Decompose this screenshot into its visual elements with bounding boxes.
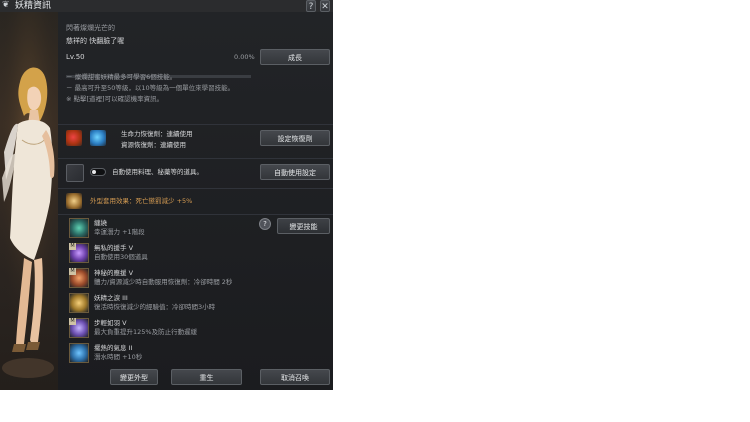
skill-desc: 最大負重提升125%及防止行動遲緩 bbox=[94, 328, 198, 336]
appearance-effect-label: 外型套用效果：死亡懲罰減少 +5% bbox=[90, 197, 193, 205]
help-icon[interactable]: ? bbox=[306, 0, 316, 12]
skill-mark-icon: M bbox=[69, 318, 76, 325]
rebirth-button[interactable]: 重生 bbox=[171, 369, 242, 385]
appearance-effect-icon bbox=[66, 193, 82, 209]
auto-use-settings-button[interactable]: 自動使用設定 bbox=[260, 164, 330, 180]
change-appearance-button[interactable]: 變更外型 bbox=[110, 369, 158, 385]
skill-name: 無私的援手 V bbox=[94, 244, 134, 252]
skill-desc: 體力/資源減少時自動服用恢復劑：冷卻時間 2秒 bbox=[94, 278, 233, 286]
skill-desc: 自動使用30個道具 bbox=[94, 253, 148, 261]
fairy-title-line2: 慈祥的 快翻臉了喔 bbox=[66, 37, 125, 45]
hp-potion-label: 生命力恢復劑：連續使用 bbox=[121, 130, 193, 138]
fairy-title-line1: 閃著燦爛光芒的 bbox=[66, 24, 115, 32]
auto-use-label: 自動使用料理、秘藥等的道具。 bbox=[112, 168, 203, 176]
info-panel: 閃著燦爛光芒的 慈祥的 快翻臉了喔 Lv.50 0.00% 成長 － 燦爛甜蜜妖… bbox=[58, 12, 333, 390]
skill-name: 步輕如羽 V bbox=[94, 319, 127, 327]
exp-percent: 0.00% bbox=[234, 53, 255, 61]
skill-name: 擺熱的氣息 II bbox=[94, 344, 133, 352]
skill-desc: 復活時恢復減少的經驗值：冷卻時間3小時 bbox=[94, 303, 216, 311]
hp-potion-icon bbox=[66, 130, 82, 146]
mp-potion-label: 資源恢復劑：連續使用 bbox=[121, 141, 186, 149]
skill-name: 纏繞 bbox=[94, 219, 107, 227]
skill-icon bbox=[69, 218, 89, 238]
section-divider bbox=[58, 124, 333, 125]
info-line: － 燦爛甜蜜妖精最多可學習6個技能。 bbox=[66, 73, 177, 81]
skill-icon: M bbox=[69, 243, 89, 263]
auto-use-toggle[interactable] bbox=[90, 168, 106, 176]
fairy-info-window: ❦ 妖精資訊 ? ✕ 閃著燦爛光芒的 慈祥的 快翻臉了喔 Lv.50 0.00%… bbox=[0, 0, 333, 390]
auto-use-icon bbox=[66, 164, 84, 182]
close-icon[interactable]: ✕ bbox=[320, 0, 330, 12]
skill-name: 神秘的應援 V bbox=[94, 269, 134, 277]
mp-potion-icon bbox=[90, 130, 106, 146]
cancel-summon-button[interactable]: 取消召喚 bbox=[260, 369, 330, 385]
skill-desc: 潛水時間 +10秒 bbox=[94, 353, 143, 361]
skill-mark-icon: M bbox=[69, 243, 76, 250]
fairy-portrait bbox=[0, 12, 58, 390]
set-potion-button[interactable]: 設定恢復劑 bbox=[260, 130, 330, 146]
skill-desc: 幸運潛力 +1階段 bbox=[94, 228, 145, 236]
fairy-wing-icon: ❦ bbox=[2, 0, 10, 10]
section-divider bbox=[58, 214, 333, 215]
skill-mark-icon: M bbox=[69, 268, 76, 275]
info-line: ※ 點擊[道裡]可以確認機率資訊。 bbox=[66, 95, 164, 103]
window-title: 妖精資訊 bbox=[15, 1, 52, 11]
change-skill-button[interactable]: 變更技能 bbox=[277, 218, 330, 234]
toggle-knob bbox=[92, 170, 96, 174]
skill-icon: M bbox=[69, 318, 89, 338]
skill-icon bbox=[69, 293, 89, 313]
info-line: － 最高可升至50等級，以10等級為一個單位來學習技能。 bbox=[66, 84, 235, 92]
section-divider bbox=[58, 188, 333, 189]
grow-button[interactable]: 成長 bbox=[260, 49, 330, 65]
fairy-level: Lv.50 bbox=[66, 53, 85, 61]
skill-icon bbox=[69, 343, 89, 363]
section-divider bbox=[58, 158, 333, 159]
skills-help-icon[interactable]: ? bbox=[259, 218, 271, 230]
skill-name: 妖精之淚 III bbox=[94, 294, 128, 302]
skill-icon: M bbox=[69, 268, 89, 288]
